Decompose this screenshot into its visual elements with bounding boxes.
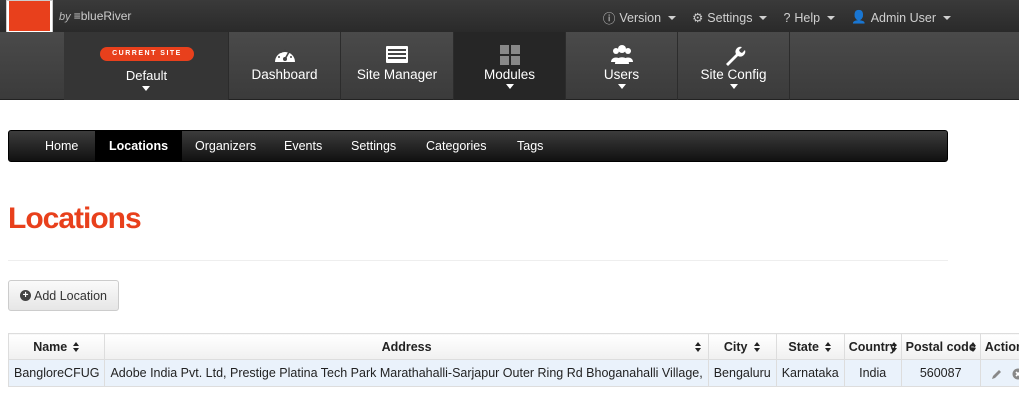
column-city-label: City: [723, 339, 748, 354]
dashboard-icon: [274, 49, 295, 62]
page-title: Locations: [8, 202, 142, 235]
column-header-actions: Actions: [979, 333, 1019, 360]
version-menu[interactable]: ⓘ Version: [602, 8, 677, 27]
nav-users[interactable]: Users: [566, 32, 678, 100]
chevron-down-icon: [827, 15, 836, 20]
help-label: Help: [794, 10, 821, 25]
chevron-down-icon: [617, 84, 626, 89]
subnav-home[interactable]: Home: [31, 131, 92, 161]
chevron-down-icon: [505, 84, 514, 89]
add-location-button[interactable]: + Add Location: [8, 280, 119, 311]
sort-icon: [694, 342, 702, 352]
nav-site-manager-label: Site Manager: [356, 67, 438, 82]
gears-icon: ⚙: [692, 11, 704, 25]
nav-modules[interactable]: Modules: [454, 32, 566, 100]
nav-site-config[interactable]: Site Config: [678, 32, 790, 100]
user-icon: 👤: [851, 10, 867, 24]
nav-dashboard-label: Dashboard: [251, 67, 318, 82]
column-country-label: Country: [848, 339, 897, 354]
sub-nav: Home Locations Organizers Events Setting…: [8, 130, 948, 162]
column-header-city[interactable]: City: [707, 333, 777, 360]
locations-table: Name Address City State Country Postal c…: [7, 333, 1019, 387]
subnav-organizers[interactable]: Organizers: [181, 131, 270, 161]
subnav-locations[interactable]: Locations: [95, 131, 183, 161]
sort-icon: [73, 342, 80, 353]
nav-users-label: Users: [603, 67, 640, 82]
settings-label: Settings: [707, 10, 753, 25]
modules-icon: [499, 45, 520, 65]
site-manager-icon: [386, 46, 408, 63]
pencil-icon[interactable]: [991, 368, 1003, 380]
column-header-name[interactable]: Name: [7, 333, 106, 360]
cell-state: Karnataka: [775, 359, 845, 387]
sort-icon: [890, 342, 898, 352]
current-site-badge: CURRENT SITE: [100, 47, 194, 61]
add-location-label: Add Location: [34, 288, 107, 303]
nav-modules-label: Modules: [483, 67, 536, 82]
blueriver-logo: ≡blueRiver: [73, 9, 132, 23]
subnav-settings[interactable]: Settings: [337, 131, 410, 161]
chevron-down-icon: [759, 15, 768, 20]
column-name-label: Name: [33, 339, 68, 354]
cell-actions: [979, 359, 1019, 387]
delete-icon[interactable]: [1012, 368, 1019, 380]
plus-circle-icon: +: [20, 290, 31, 301]
help-icon: ?: [783, 10, 791, 25]
cell-address: Adobe India Pvt. Ltd, Prestige Platina T…: [104, 359, 709, 387]
sort-icon: [824, 342, 832, 353]
chevron-down-icon: [142, 86, 150, 91]
top-bar: mura by ≡blueRiver ⓘ Version ⚙ Settings …: [0, 0, 1019, 47]
column-header-state[interactable]: State: [775, 333, 845, 360]
users-icon: [610, 45, 633, 64]
admin-user-menu[interactable]: 👤 Admin User: [851, 8, 951, 27]
cell-city: Bengaluru: [707, 359, 777, 387]
wrench-icon: [725, 46, 745, 66]
column-state-label: State: [788, 339, 819, 354]
column-header-address[interactable]: Address: [104, 333, 709, 360]
column-address-label: Address: [381, 339, 432, 354]
table-header-row: Name Address City State Country Postal c…: [7, 333, 1019, 360]
column-header-country[interactable]: Country: [843, 333, 902, 360]
column-postal-code-label: Postal code: [905, 339, 976, 354]
sort-icon: [753, 342, 761, 353]
nav-site-manager[interactable]: Site Manager: [341, 32, 454, 100]
settings-menu[interactable]: ⚙ Settings: [692, 8, 768, 27]
divider: [8, 260, 948, 261]
company-name: blueRiver: [80, 9, 132, 23]
cell-postal-code: 560087: [900, 359, 981, 387]
column-header-postal-code[interactable]: Postal code: [900, 333, 981, 360]
byline-by: by: [59, 11, 71, 23]
subnav-events[interactable]: Events: [270, 131, 336, 161]
nav-site-config-label: Site Config: [700, 67, 767, 82]
chevron-down-icon: [729, 84, 738, 89]
site-selector[interactable]: CURRENT SITE Default: [64, 32, 229, 100]
subnav-categories[interactable]: Categories: [412, 131, 500, 161]
chevron-down-icon: [943, 15, 951, 20]
subnav-tags[interactable]: Tags: [503, 131, 557, 161]
cell-name: BangloreCFUG: [7, 359, 106, 387]
logo-mark: [9, 1, 50, 31]
top-menu: ⓘ Version ⚙ Settings ? Help 👤 Admin User: [603, 8, 951, 27]
byline: by ≡blueRiver: [59, 9, 131, 23]
version-label: Version: [619, 10, 662, 25]
table-row[interactable]: BangloreCFUG Adobe India Pvt. Ltd, Prest…: [7, 359, 1019, 387]
help-menu[interactable]: ? Help: [783, 8, 836, 27]
admin-user-label: Admin User: [870, 10, 936, 25]
nav-dashboard[interactable]: Dashboard: [229, 32, 341, 100]
chevron-down-icon: [668, 15, 677, 20]
main-navbar: CURRENT SITE Default Dashboard Site Mana…: [0, 32, 1019, 100]
cell-country: India: [843, 359, 902, 387]
site-name: Default: [125, 68, 168, 83]
sort-icon: [969, 342, 977, 352]
info-icon: ⓘ: [602, 12, 616, 26]
